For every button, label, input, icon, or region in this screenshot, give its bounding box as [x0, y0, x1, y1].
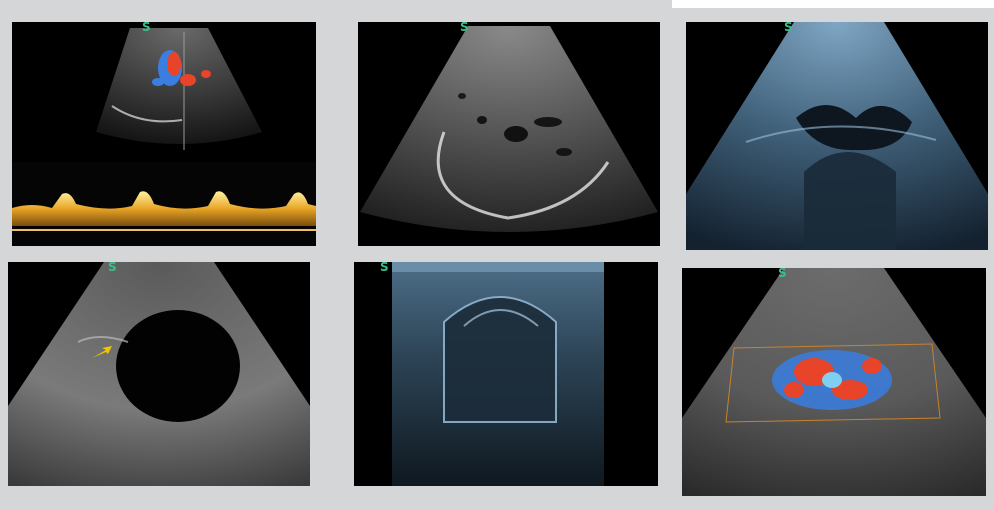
doppler-spectral-image: [12, 22, 316, 246]
ultrasound-panel-doppler-spectral: S: [12, 22, 316, 246]
orientation-marker-4: S: [108, 262, 117, 274]
abdomen-blue-image: [686, 22, 988, 250]
linear-blue-image: [354, 262, 658, 486]
ultrasound-panel-kidney-doppler: S: [682, 268, 986, 496]
orientation-marker-5: S: [380, 262, 389, 274]
orientation-marker-6: S: [778, 268, 787, 280]
ultrasound-panel-linear: S: [354, 262, 658, 486]
orientation-marker-3: S: [784, 22, 793, 34]
kidney-doppler-image: [682, 268, 986, 496]
orientation-marker-1: S: [142, 22, 151, 34]
ultrasound-panel-cyst: S: [8, 262, 310, 486]
orientation-marker-2: S: [460, 22, 469, 34]
ultrasound-panel-liver: S: [358, 22, 660, 246]
ultrasound-gallery: S S S S S S: [0, 0, 994, 510]
cyst-grayscale-image: [8, 262, 310, 486]
kidney-flow-blob: [772, 350, 892, 410]
liver-grayscale-image: [358, 22, 660, 246]
ultrasound-panel-abdomen: S: [686, 22, 988, 250]
